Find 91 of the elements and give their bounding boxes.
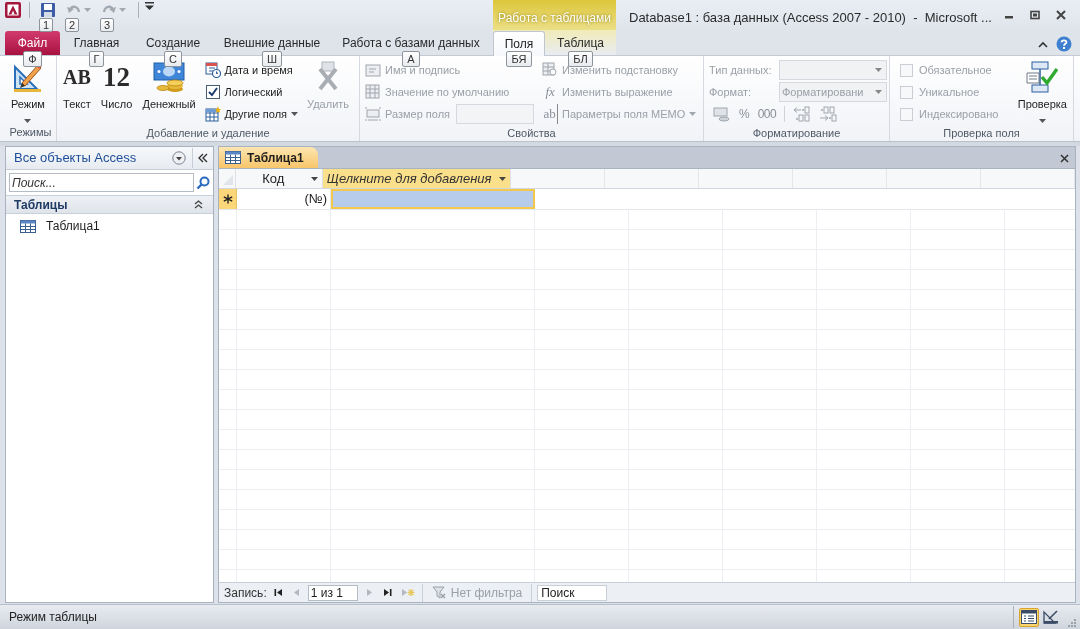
field-label: Размер поля (385, 106, 451, 122)
table-star-icon (204, 106, 221, 122)
table-default-icon (365, 84, 381, 100)
field-size-icon (365, 106, 381, 122)
keytip: А (402, 51, 420, 67)
increase-decimals-icon (819, 106, 838, 122)
validation-icon (1026, 61, 1059, 93)
keytip: БЯ (506, 51, 532, 67)
row-selector[interactable] (219, 189, 237, 209)
dropdown-circle-icon[interactable] (172, 151, 186, 165)
design-view-icon (1043, 610, 1059, 624)
pane-title: Все объекты Access (13, 149, 138, 168)
app-icon (5, 2, 21, 18)
keytip: Ш (261, 51, 283, 67)
ribbon-large-button[interactable]: Проверка (1013, 58, 1071, 124)
currency-format-icon (713, 106, 731, 122)
help-icon[interactable] (1056, 36, 1072, 52)
filter-icon (431, 586, 446, 599)
checkbox-label: Уникальное (919, 84, 980, 100)
record-position-field[interactable]: 1 из 1 (307, 584, 358, 601)
status-text: Режим таблицы (8, 609, 98, 626)
keytip: Ф (23, 51, 42, 67)
asterisk-icon (222, 194, 233, 204)
close-icon (1060, 154, 1069, 163)
ribbon-button[interactable]: Другие поля (201, 103, 302, 125)
lookup-edit-icon (542, 62, 559, 78)
group-label: Форматирование (751, 126, 842, 141)
keytip: 1 (39, 18, 54, 32)
search-field[interactable]: Поиск (537, 584, 608, 601)
save-icon (40, 1, 56, 18)
corner-icon (222, 174, 234, 186)
group-label: Режимы (8, 125, 53, 140)
banknote-coins-icon (153, 61, 185, 93)
context-tab-group-header: Работа с таблицами (493, 0, 616, 31)
document-tab[interactable]: Таблица1 (219, 147, 318, 168)
close-icon (1056, 10, 1066, 20)
datasheet-view-icon (1021, 610, 1037, 624)
table-icon (20, 219, 36, 233)
nav-item[interactable]: Таблица1 (6, 215, 213, 237)
collapse-ribbon-icon[interactable] (1038, 40, 1048, 48)
checkbox-label: Обязательное (919, 62, 992, 78)
record-label: Запись: (224, 584, 267, 602)
resize-grip-icon (1066, 617, 1076, 627)
glyph-icon: fx (542, 82, 559, 102)
keytip: Г (88, 51, 105, 67)
checkbox-icon (204, 84, 221, 100)
column-header[interactable]: Щелкните для добавления (322, 169, 511, 188)
caret-icon (499, 176, 506, 181)
field-label: Формат: (709, 84, 753, 100)
size-field[interactable] (456, 104, 535, 124)
calendar-clock-icon (204, 62, 221, 78)
column-header[interactable]: Код (235, 169, 323, 188)
keytip: 2 (65, 18, 80, 32)
checkbox-label: Индексировано (919, 106, 999, 122)
first-record-icon (273, 588, 283, 597)
previous-record-icon (291, 588, 301, 597)
selected-cell[interactable] (331, 189, 535, 209)
field-label: Тип данных: (709, 62, 773, 78)
collapse-pane-icon[interactable] (197, 153, 209, 163)
search-field[interactable]: Поиск... (9, 173, 194, 192)
glyph-icon: 12 (103, 56, 131, 98)
caret-icon (875, 90, 882, 94)
keytip: 3 (100, 18, 115, 32)
group-label: Добавление и удаление (145, 126, 271, 141)
group-header[interactable]: Таблицы (6, 195, 213, 214)
caret-icon (84, 7, 91, 12)
new-record-icon (400, 588, 415, 597)
group-label: Проверка поля (942, 126, 1021, 141)
glyph-icon: AB (63, 62, 91, 92)
last-record-icon (382, 588, 392, 597)
file-tab[interactable]: Файл (5, 31, 60, 55)
keytip: С (164, 51, 182, 67)
decrease-decimals-icon (793, 106, 812, 122)
restore-icon (1030, 10, 1040, 20)
caret-icon (875, 68, 882, 72)
view-button[interactable] (1019, 607, 1039, 627)
caret-icon (310, 176, 318, 181)
keytip: БЛ (568, 51, 593, 67)
search-icon[interactable] (196, 175, 210, 190)
table-icon (225, 151, 241, 164)
ribbon-tab[interactable]: Поля (493, 31, 545, 56)
caret-icon (119, 7, 126, 12)
group-label: Свойства (506, 126, 557, 141)
window-title: Database1 : база данных (Access 2007 - 2010) - Microsoft ... (628, 9, 993, 27)
close-document-button[interactable] (1060, 154, 1069, 163)
ribbon-button[interactable]: Логический (201, 81, 302, 103)
save-button[interactable] (38, 2, 58, 17)
customize-icon[interactable] (145, 2, 154, 10)
next-record-icon (364, 588, 374, 597)
name-card-icon (365, 62, 381, 78)
view-button[interactable] (1041, 607, 1061, 627)
